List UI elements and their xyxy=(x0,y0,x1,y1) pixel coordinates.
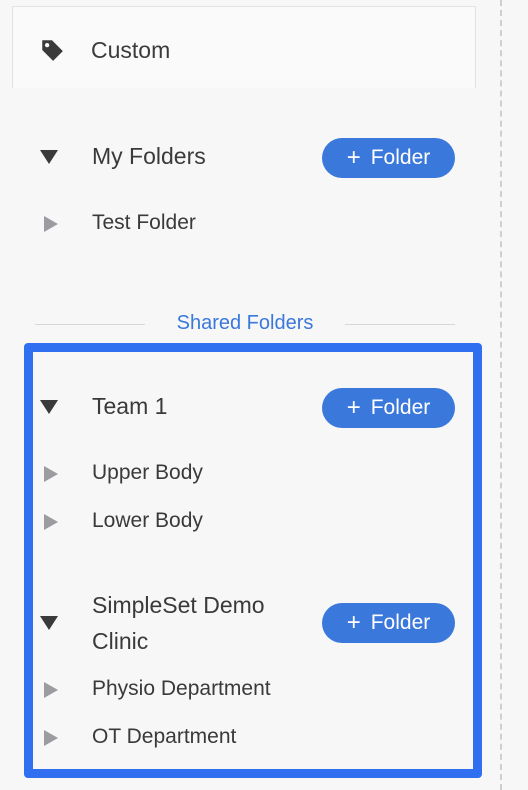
ot-toggle[interactable] xyxy=(44,730,58,746)
clinic-title-line1[interactable]: SimpleSet Demo xyxy=(92,592,265,619)
tag-icon xyxy=(42,40,63,61)
my-folders-toggle[interactable] xyxy=(40,150,58,164)
add-team1-folder-button[interactable]: + Folder xyxy=(322,388,455,428)
collapsed-triangle-icon xyxy=(44,514,58,530)
plus-icon: + xyxy=(346,394,361,421)
folder-item-ot-department[interactable]: OT Department xyxy=(92,725,236,749)
add-folder-label: Folder xyxy=(370,146,431,169)
divider-right xyxy=(345,324,455,325)
clinic-toggle[interactable] xyxy=(40,616,58,630)
custom-filter-card[interactable]: Custom xyxy=(12,6,476,88)
test-folder-toggle[interactable] xyxy=(44,216,58,232)
collapsed-triangle-icon xyxy=(44,730,58,746)
clinic-title-line2[interactable]: Clinic xyxy=(92,628,148,655)
upper-body-toggle[interactable] xyxy=(44,466,58,482)
add-clinic-folder-button[interactable]: + Folder xyxy=(322,603,455,643)
expand-triangle-icon xyxy=(40,150,58,164)
lower-body-toggle[interactable] xyxy=(44,514,58,530)
folder-item-test-folder[interactable]: Test Folder xyxy=(92,211,196,235)
folder-item-upper-body[interactable]: Upper Body xyxy=(92,461,203,485)
collapsed-triangle-icon xyxy=(44,216,58,232)
plus-icon: + xyxy=(346,609,361,636)
my-folders-title[interactable]: My Folders xyxy=(92,143,206,170)
plus-icon: + xyxy=(346,144,361,171)
collapsed-triangle-icon xyxy=(44,466,58,482)
add-folder-label: Folder xyxy=(370,611,431,634)
add-folder-label: Folder xyxy=(370,396,431,419)
folder-item-lower-body[interactable]: Lower Body xyxy=(92,509,203,533)
shared-folders-label: Shared Folders xyxy=(176,312,314,334)
team1-title[interactable]: Team 1 xyxy=(92,393,167,420)
physio-toggle[interactable] xyxy=(44,682,58,698)
custom-label: Custom xyxy=(91,36,171,63)
team1-toggle[interactable] xyxy=(40,400,58,414)
divider-left xyxy=(35,324,145,325)
collapsed-triangle-icon xyxy=(44,682,58,698)
scroll-track-divider xyxy=(500,0,502,790)
expand-triangle-icon xyxy=(40,616,58,630)
add-my-folder-button[interactable]: + Folder xyxy=(322,138,455,178)
folder-item-physio-department[interactable]: Physio Department xyxy=(92,677,271,701)
expand-triangle-icon xyxy=(40,400,58,414)
custom-row[interactable]: Custom xyxy=(39,33,170,67)
